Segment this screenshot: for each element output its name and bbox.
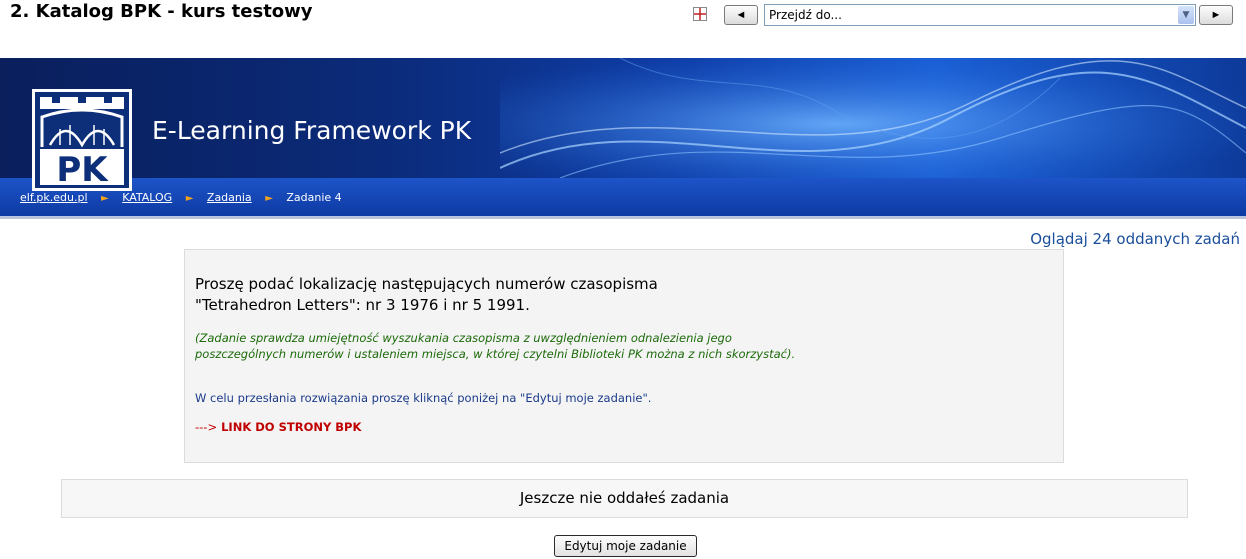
edit-submission-button[interactable]: Edytuj moje zadanie xyxy=(554,535,697,557)
bpk-website-link[interactable]: LINK DO STRONY BPK xyxy=(221,420,361,434)
view-submissions-link[interactable]: Oglądaj 24 oddanych zadań xyxy=(1030,230,1240,248)
breadcrumb-separator-icon: ► xyxy=(265,193,273,204)
navigation-menu-icon[interactable] xyxy=(693,7,707,21)
link-arrow: ---> xyxy=(195,420,218,434)
chevron-down-icon[interactable]: ▼ xyxy=(1178,6,1194,24)
breadcrumb-katalog-link[interactable]: KATALOG xyxy=(122,191,172,204)
jump-to-select-value: Przejdź do... xyxy=(769,8,842,22)
breadcrumb: elf.pk.edu.pl ► KATALOG ► Zadania ► Zada… xyxy=(20,191,342,204)
breadcrumb-separator-icon: ► xyxy=(185,193,194,204)
previous-activity-button[interactable]: ◄ xyxy=(724,5,758,25)
task-description-box: Proszę podać lokalizację następujących n… xyxy=(184,249,1064,463)
task-instruction: W celu przesłania rozwiązania proszę kli… xyxy=(195,391,652,405)
navigation-controls: ◄ Przejdź do... ▼ ► xyxy=(693,4,1238,26)
logo-text: PK xyxy=(56,150,109,190)
task-question: Proszę podać lokalizację następujących n… xyxy=(195,274,755,316)
breadcrumb-zadania-link[interactable]: Zadania xyxy=(207,191,252,204)
jump-to-select[interactable]: Przejdź do... ▼ xyxy=(764,4,1196,26)
breadcrumb-current: Zadanie 4 xyxy=(286,191,342,204)
breadcrumb-bar: elf.pk.edu.pl ► KATALOG ► Zadania ► Zada… xyxy=(0,178,1246,219)
task-note: (Zadanie sprawdza umiejętność wyszukania… xyxy=(195,331,796,361)
breadcrumb-home-link[interactable]: elf.pk.edu.pl xyxy=(20,191,88,204)
task-question-line-2: "Tetrahedron Letters": nr 3 1976 i nr 5 … xyxy=(195,296,530,314)
task-question-line-1: Proszę podać lokalizację następujących n… xyxy=(195,275,658,293)
next-activity-button[interactable]: ► xyxy=(1199,5,1233,25)
bpk-link-line: ---> LINK DO STRONY BPK xyxy=(195,420,361,434)
site-banner: E-Learning Framework PK xyxy=(0,58,1246,178)
course-title: 2. Katalog BPK - kurs testowy xyxy=(10,1,313,22)
breadcrumb-separator-icon: ► xyxy=(101,193,109,204)
submission-status: Jeszcze nie oddałeś zadania xyxy=(61,479,1188,518)
pk-logo[interactable]: PK xyxy=(32,89,132,191)
site-title: E-Learning Framework PK xyxy=(152,116,472,145)
banner-decoration xyxy=(500,58,1246,178)
